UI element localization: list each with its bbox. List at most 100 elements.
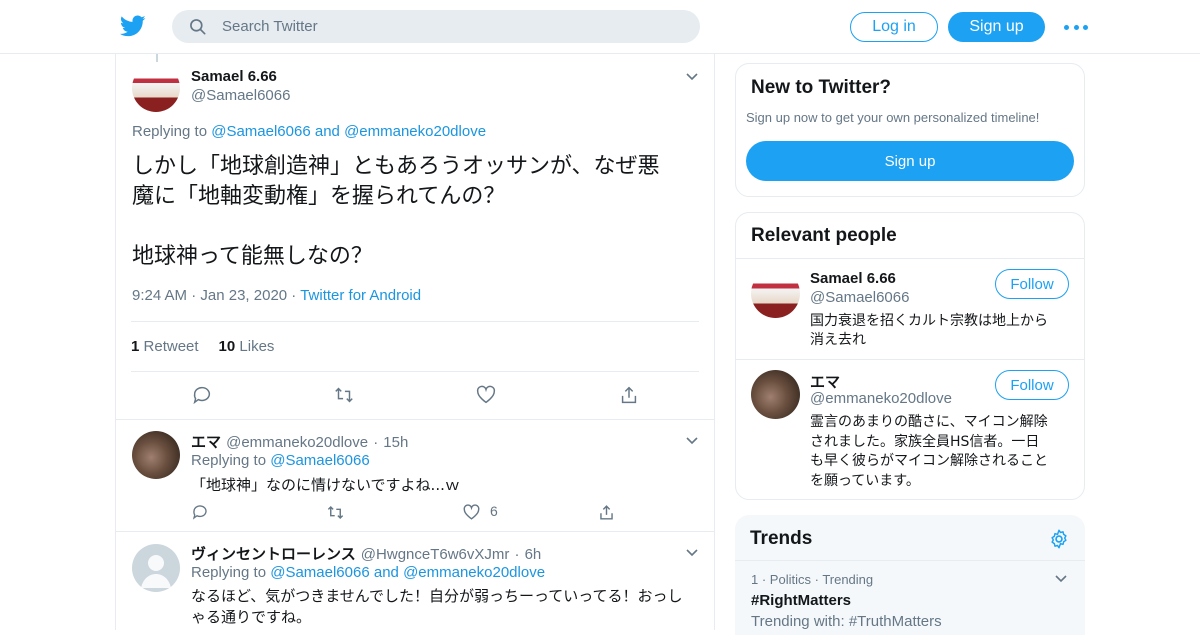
person-name[interactable]: Samael 6.66 [810, 270, 896, 287]
new-to-twitter-title: New to Twitter? [751, 77, 892, 98]
reply-icon[interactable] [191, 503, 209, 521]
author-handle[interactable]: @Samael6066 [191, 87, 290, 104]
reply-author-name[interactable]: エマ [191, 433, 221, 451]
person-item[interactable]: Samael 6.66 @Samael6066 Follow 国力衰退を招くカル… [736, 259, 1084, 360]
search-icon [190, 18, 206, 35]
sidebar-signup-button[interactable]: Sign up [746, 141, 1074, 181]
reply-separator: · [373, 434, 379, 451]
reply-mention-link[interactable]: @Samael6066 [270, 564, 369, 581]
gear-icon[interactable] [1048, 528, 1070, 550]
likes-label: Likes [239, 338, 275, 355]
avatar[interactable] [132, 64, 180, 112]
top-bar: Log in Sign up [0, 0, 1200, 54]
main-timeline: Samael 6.66 @Samael6066 Replying to @Sam… [115, 54, 715, 630]
reply-like-count: 6 [490, 503, 498, 519]
login-button[interactable]: Log in [850, 12, 938, 42]
trend-meta: 1 · Politics · Trending [751, 572, 874, 587]
relevant-people-title: Relevant people [751, 225, 897, 246]
reply-mention-link[interactable]: @Samael6066 [270, 452, 369, 469]
tweet-text: しかし「地球創造神」ともあろうオッサンが、なぜ悪 魔に「地軸変動権」を握られてん… [132, 152, 704, 272]
replying-prefix: Replying to [191, 564, 267, 581]
replying-and: and [314, 123, 340, 140]
search-input[interactable] [222, 18, 662, 35]
likes-stat[interactable]: 10 Likes [219, 338, 275, 355]
trend-rank: 1 [751, 572, 759, 587]
person-name[interactable]: エマ [810, 371, 840, 392]
follow-button[interactable]: Follow [995, 370, 1069, 400]
person-bio-line: も早く彼らがマイコン解除されること [810, 453, 1048, 469]
retweet-icon[interactable] [326, 503, 345, 522]
follow-button[interactable]: Follow [995, 269, 1069, 299]
trends-card: Trends 1 · Politics · Trending #RightMat… [735, 515, 1085, 635]
share-icon[interactable] [618, 384, 640, 406]
avatar[interactable] [132, 544, 180, 592]
reply-mention-link[interactable]: @emmaneko20dlove [344, 123, 486, 140]
tweet-meta: 9:24 AM · Jan 23, 2020 · Twitter for And… [132, 287, 422, 304]
trend-item[interactable]: 1 · Politics · Trending #RightMatters Tr… [735, 561, 1085, 635]
replying-to: Replying to @Samael6066 and @emmaneko20d… [191, 564, 545, 581]
tweet-text-line: 地球神って能無しなの？ [132, 244, 373, 269]
trends-title: Trends [750, 528, 813, 549]
more-icon[interactable] [1064, 20, 1088, 34]
reply-separator: · [514, 546, 520, 563]
reply-age[interactable]: 15h [383, 434, 408, 451]
replying-to: Replying to @Samael6066 and @emmaneko20d… [132, 123, 486, 140]
person-bio-line: 国力衰退を招くカルト宗教は地上から [810, 313, 1048, 329]
reply-age[interactable]: 6h [525, 546, 542, 563]
trend-name[interactable]: #RightMatters [751, 592, 851, 609]
retweet-label: Retweet [143, 338, 199, 355]
trend-with: Trending with: #TruthMatters [751, 613, 942, 630]
twitter-bird-icon[interactable] [120, 13, 146, 39]
tweet-text-line: しかし「地球創造神」ともあろうオッサンが、なぜ悪 [132, 154, 660, 179]
share-icon[interactable] [597, 503, 616, 522]
tweet-stats: 1 Retweet 10 Likes [131, 321, 699, 372]
person-bio-line: 消え去れ [810, 332, 866, 348]
reply-author-name[interactable]: ヴィンセントローレンス [191, 545, 356, 563]
replying-to: Replying to @Samael6066 [191, 452, 370, 469]
tweet-time[interactable]: 9:24 AM [132, 287, 187, 304]
reply-mention-link[interactable]: @Samael6066 [211, 123, 310, 140]
reply-text-line: ゃる通りですね。 [191, 608, 312, 626]
reply-header: エマ @emmaneko20dlove · 15h [191, 431, 408, 452]
search-bar[interactable] [172, 10, 700, 43]
chevron-down-icon[interactable] [685, 436, 699, 446]
reply-text: なるほど、気がつきませんでした！自分が弱っちーっていってる！おっし ゃる通りです… [191, 586, 701, 628]
reply-header: ヴィンセントローレンス @HwgnceT6w6vXJmr · 6h [191, 543, 541, 564]
chevron-down-icon[interactable] [685, 548, 699, 558]
tweet-date[interactable]: Jan 23, 2020 [200, 287, 287, 304]
reply-tweet[interactable]: ヴィンセントローレンス @HwgnceT6w6vXJmr · 6h Replyi… [116, 532, 714, 630]
like-icon[interactable] [462, 503, 481, 522]
trend-status: Trending [822, 572, 874, 587]
reply-author-handle[interactable]: @emmaneko20dlove [226, 434, 368, 451]
trend-with-tag[interactable]: #TruthMatters [849, 613, 942, 630]
reply-text: 「地球神」なのに情けないですよね...ｗ [191, 476, 460, 494]
relevant-people-card: Relevant people Samael 6.66 @Samael6066 … [735, 212, 1085, 500]
reply-author-handle[interactable]: @HwgnceT6w6vXJmr [361, 546, 510, 563]
reply-mention-link[interactable]: @emmaneko20dlove [403, 564, 545, 581]
person-item[interactable]: エマ @emmaneko20dlove Follow 霊言のあまりの酷さに、マイ… [736, 360, 1084, 499]
focused-tweet: Samael 6.66 @Samael6066 Replying to @Sam… [116, 54, 714, 420]
avatar[interactable] [751, 370, 800, 419]
signup-button[interactable]: Sign up [948, 12, 1045, 42]
author-name[interactable]: Samael 6.66 [191, 68, 277, 85]
person-bio: 霊言のあまりの酷さに、マイコン解除 されました。家族全員HS信者。一日 も早く彼… [810, 413, 1048, 491]
new-to-twitter-card: New to Twitter? Sign up now to get your … [735, 63, 1085, 197]
chevron-down-icon[interactable] [685, 72, 699, 82]
avatar[interactable] [132, 431, 180, 479]
retweet-count: 1 [131, 338, 140, 355]
person-handle[interactable]: @emmaneko20dlove [810, 390, 952, 407]
new-to-twitter-subtitle: Sign up now to get your own personalized… [746, 110, 1040, 125]
tweet-source[interactable]: Twitter for Android [300, 287, 421, 304]
replying-prefix: Replying to [132, 123, 208, 140]
reply-icon[interactable] [191, 384, 213, 406]
person-handle[interactable]: @Samael6066 [810, 289, 909, 306]
trend-category: Politics [769, 572, 811, 587]
replying-prefix: Replying to [191, 452, 267, 469]
retweet-stat[interactable]: 1 Retweet [131, 338, 199, 355]
replying-and: and [373, 564, 399, 581]
chevron-down-icon[interactable] [1054, 574, 1068, 584]
retweet-icon[interactable] [333, 384, 355, 406]
reply-tweet[interactable]: エマ @emmaneko20dlove · 15h Replying to @S… [116, 420, 714, 532]
like-icon[interactable] [475, 384, 497, 406]
avatar[interactable] [751, 269, 800, 318]
